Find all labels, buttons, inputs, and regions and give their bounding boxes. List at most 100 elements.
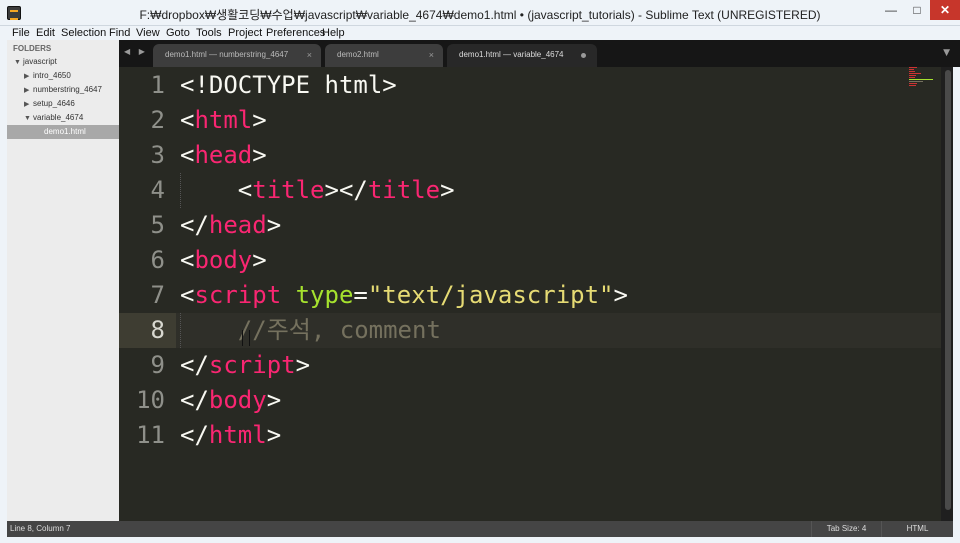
line-number: 11 xyxy=(136,421,165,449)
tab-demo2[interactable]: demo2.html × xyxy=(325,44,443,67)
sidebar-item-demo1[interactable]: demo1.html xyxy=(7,125,119,139)
sidebar-item-label: demo1.html xyxy=(44,127,86,136)
sidebar-folders-header: FOLDERS xyxy=(13,44,52,53)
line-number: 7 xyxy=(150,281,165,309)
sidebar-item-label: setup_4646 xyxy=(33,99,75,108)
menu-project[interactable]: Project xyxy=(228,26,262,40)
minimap-line xyxy=(909,77,915,78)
menu-help[interactable]: Help xyxy=(322,26,345,40)
unsaved-dot-icon[interactable] xyxy=(581,53,586,58)
menu-selection[interactable]: Selection xyxy=(61,26,106,40)
sidebar-item-setup[interactable]: ▶ setup_4646 xyxy=(7,97,119,111)
minimize-button[interactable]: — xyxy=(878,0,904,20)
code-token: type xyxy=(295,281,354,309)
code-token: < xyxy=(180,176,253,204)
expanded-triangle-icon[interactable]: ▼ xyxy=(24,112,33,126)
code-token: body xyxy=(208,386,267,414)
sidebar-item-label: numberstring_4647 xyxy=(33,85,102,94)
collapsed-triangle-icon[interactable]: ▶ xyxy=(24,70,33,84)
menu-goto[interactable]: Goto xyxy=(166,26,190,40)
code-token: ></ xyxy=(324,176,368,204)
menu-edit[interactable]: Edit xyxy=(36,26,55,40)
code-editor[interactable]: 1 <!DOCTYPE html> 2 <html> 3 <head> 4 <title><… xyxy=(119,67,941,521)
code-line[interactable]: <!DOCTYPE html> xyxy=(180,68,397,103)
sidebar-item-intro[interactable]: ▶ intro_4650 xyxy=(7,69,119,83)
tab-label: demo1.html — numberstring_4647 xyxy=(165,50,289,59)
code-token: > xyxy=(266,211,282,239)
scrollbar-thumb[interactable] xyxy=(945,70,951,510)
menu-preferences[interactable]: Preferences xyxy=(266,26,325,40)
code-token: </ xyxy=(180,211,209,239)
minimap-line xyxy=(909,83,917,84)
minimap-line xyxy=(909,81,923,82)
maximize-button[interactable]: □ xyxy=(904,0,930,20)
sidebar-item-variable[interactable]: ▼ variable_4674 xyxy=(7,111,119,125)
expanded-triangle-icon[interactable]: ▼ xyxy=(14,56,23,70)
tab-demo1-numberstring[interactable]: demo1.html — numberstring_4647 × xyxy=(153,44,321,67)
code-line[interactable]: <html> xyxy=(180,103,267,138)
vertical-scrollbar[interactable] xyxy=(941,67,953,521)
sidebar-item-label: variable_4674 xyxy=(33,113,84,122)
collapsed-triangle-icon[interactable]: ▶ xyxy=(24,98,33,112)
menu-file[interactable]: File xyxy=(12,26,30,40)
code-line[interactable]: //주석, comment xyxy=(180,313,441,348)
code-token: > xyxy=(252,246,267,274)
sidebar-item-numberstring[interactable]: ▶ numberstring_4647 xyxy=(7,83,119,97)
line-number: 1 xyxy=(150,71,165,99)
code-token: script xyxy=(194,281,282,309)
code-token: > xyxy=(295,351,311,379)
window-frame-right xyxy=(953,40,960,543)
syntax-selector[interactable]: HTML xyxy=(881,521,953,537)
code-token: //주석, comment xyxy=(180,316,441,344)
title-bar: F:₩dropbox₩생활코딩₩수업₩javascript₩variable_4… xyxy=(0,0,960,26)
tab-scroll-arrows-icon[interactable]: ◀ ▶ xyxy=(124,47,148,56)
tab-close-icon[interactable]: × xyxy=(307,44,312,66)
code-token: script xyxy=(208,351,296,379)
tab-dropdown-icon[interactable]: ▼ xyxy=(943,48,950,58)
code-token: < xyxy=(180,246,195,274)
minimap-line xyxy=(909,71,915,72)
tab-size-selector[interactable]: Tab Size: 4 xyxy=(811,521,881,537)
code-line[interactable]: </script> xyxy=(180,348,310,383)
line-number: 9 xyxy=(150,351,165,379)
collapsed-triangle-icon[interactable]: ▶ xyxy=(24,84,33,98)
ibeam-cursor-icon xyxy=(242,330,250,346)
code-line[interactable]: </html> xyxy=(180,418,281,453)
code-token: title xyxy=(367,176,441,204)
code-token: </ xyxy=(180,351,209,379)
code-line[interactable]: <title></title> xyxy=(180,173,455,208)
menu-tools[interactable]: Tools xyxy=(196,26,222,40)
minimap[interactable] xyxy=(909,67,935,87)
code-line[interactable]: <body> xyxy=(180,243,267,278)
code-token: "text/javascript" xyxy=(367,281,614,309)
tab-label: demo1.html — variable_4674 xyxy=(459,50,564,59)
menu-find[interactable]: Find xyxy=(109,26,130,40)
menu-view[interactable]: View xyxy=(136,26,160,40)
minimap-line xyxy=(909,67,917,68)
window-title: F:₩dropbox₩생활코딩₩수업₩javascript₩variable_4… xyxy=(139,8,821,22)
code-token: > xyxy=(266,386,282,414)
code-token: body xyxy=(194,246,253,274)
code-token: html xyxy=(208,421,267,449)
sidebar-item-label: intro_4650 xyxy=(33,71,71,80)
sidebar-item-javascript[interactable]: ▼ javascript xyxy=(7,55,119,69)
line-number: 2 xyxy=(150,106,165,134)
code-token: = xyxy=(353,281,368,309)
minimap-line xyxy=(909,69,914,70)
code-line[interactable]: </body> xyxy=(180,383,281,418)
code-line[interactable]: <script type="text/javascript"> xyxy=(180,278,628,313)
minimap-line xyxy=(909,75,916,76)
status-bar: Line 8, Column 7 Tab Size: 4 HTML xyxy=(7,521,953,537)
code-line[interactable]: <head> xyxy=(180,138,267,173)
tab-demo1-variable[interactable]: demo1.html — variable_4674 xyxy=(447,44,597,67)
code-token: > xyxy=(613,281,628,309)
code-token: > xyxy=(266,421,282,449)
code-line[interactable]: </head> xyxy=(180,208,281,243)
line-number: 10 xyxy=(136,386,165,414)
code-token: > xyxy=(252,106,267,134)
code-token: < xyxy=(180,281,195,309)
line-number: 5 xyxy=(150,211,165,239)
tab-close-icon[interactable]: × xyxy=(429,44,434,66)
close-button[interactable]: ✕ xyxy=(930,0,960,20)
